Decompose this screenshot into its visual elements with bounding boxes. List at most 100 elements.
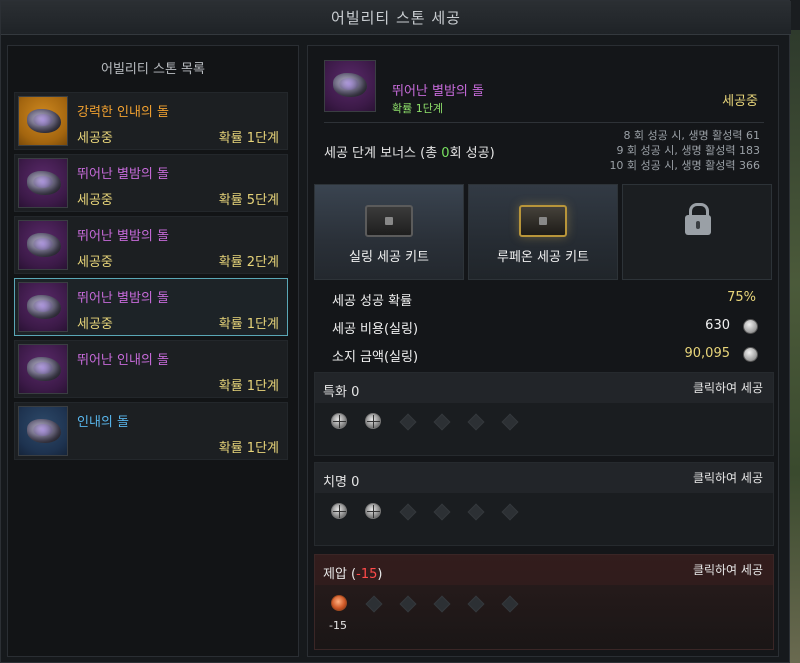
stone-name: 뛰어난 인내의 돌	[77, 353, 169, 368]
stone-prob: 확률 5단계	[218, 193, 279, 208]
engrave-stat-label: 특화	[323, 385, 347, 400]
engrave-stat-name: 제압 (-15)	[323, 567, 383, 582]
engrave-slots	[331, 413, 517, 429]
engrave-header: 제압 (-15) 클릭하여 세공	[315, 555, 773, 585]
stone-name: 뛰어난 별밤의 돌	[77, 229, 169, 244]
success-rate-value: 75%	[727, 290, 756, 305]
bonus-line: 8 회 성공 시, 생명 활성력 61	[623, 129, 760, 142]
empty-node-icon	[433, 413, 449, 429]
ability-stone-purple-icon	[18, 282, 68, 332]
bonus-title-prefix: 세공 단계 보너스 (총	[324, 146, 442, 161]
cost-label: 세공 비용(실링)	[332, 322, 419, 337]
lock-icon	[685, 203, 711, 235]
silver-coin-icon	[743, 319, 758, 334]
stone-list-item[interactable]: 인내의 돌 확률 1단계	[14, 402, 288, 460]
lupeon-kit-button[interactable]: 루페온 세공 키트	[468, 184, 618, 280]
empty-node-icon	[467, 503, 483, 519]
stone-prob: 확률 1단계	[218, 317, 279, 332]
ability-stone-blue-icon	[18, 406, 68, 456]
empty-node-icon	[501, 503, 517, 519]
stone-name: 뛰어난 별밤의 돌	[77, 291, 169, 306]
stone-prob: 확률 2단계	[218, 255, 279, 270]
bonus-line: 9 회 성공 시, 생명 활성력 183	[616, 144, 760, 157]
cost-value: 630	[705, 318, 730, 333]
empty-node-icon	[399, 503, 415, 519]
stone-list-item-selected[interactable]: 뛰어난 별밤의 돌 세공중 확률 1단계	[14, 278, 288, 336]
engrave-slots	[331, 595, 517, 611]
stone-status: 세공중	[77, 255, 113, 270]
stone-status: 세공중	[77, 131, 113, 146]
stone-list-item[interactable]: 뛰어난 별밤의 돌 세공중 확률 2단계	[14, 216, 288, 274]
title-bar[interactable]: 어빌리티 스톤 세공	[1, 1, 791, 35]
stone-list-item[interactable]: 강력한 인내의 돌 세공중 확률 1단계	[14, 92, 288, 150]
stone-prob: 확률 1단계	[218, 131, 279, 146]
kit-selector: 실링 세공 키트 루페온 세공 키트	[314, 184, 774, 280]
stone-list-item[interactable]: 뛰어난 별밤의 돌 세공중 확률 5단계	[14, 154, 288, 212]
stone-list-panel: 어빌리티 스톤 목록 강력한 인내의 돌 세공중 확률 1단계 뛰어난 별밤의 …	[7, 45, 299, 657]
empty-node-icon	[501, 595, 517, 611]
empty-node-icon	[467, 595, 483, 611]
empty-node-icon	[365, 595, 381, 611]
ability-stone-window: 어빌리티 스톤 세공 어빌리티 스톤 목록 강력한 인내의 돌 세공중 확률 1…	[0, 0, 791, 663]
engrave-stat-value: -15	[356, 567, 378, 582]
bonus-line: 10 회 성공 시, 생명 활성력 366	[609, 159, 760, 172]
engrave-stat-value: 0	[351, 475, 360, 490]
engrave-click-button[interactable]: 클릭하여 세공	[693, 379, 763, 396]
empty-node-icon	[433, 503, 449, 519]
empty-node-icon	[399, 413, 415, 429]
selected-stone-prob: 확률 1단계	[392, 102, 443, 115]
success-node-icon	[365, 503, 381, 519]
bonus-title-suffix: 회 성공)	[449, 146, 495, 161]
empty-node-icon	[433, 595, 449, 611]
negative-node-icon	[331, 595, 347, 611]
bonus-title: 세공 단계 보너스 (총 0회 성공)	[324, 142, 495, 161]
bonus-list: 8 회 성공 시, 생명 활성력 61 9 회 성공 시, 생명 활성력 183…	[609, 128, 760, 173]
gold-chest-icon	[519, 205, 567, 237]
engrave-stat-name: 특화 0	[323, 381, 359, 400]
success-node-icon	[331, 413, 347, 429]
success-rate-row: 세공 성공 확률 75%	[324, 284, 764, 312]
owned-label: 소지 금액(실링)	[332, 350, 419, 365]
ability-stone-purple-icon	[18, 220, 68, 270]
stone-prob: 확률 1단계	[218, 379, 279, 394]
engrave-row-crit[interactable]: 치명 0 클릭하여 세공	[314, 462, 774, 546]
engrave-detail-panel: 뛰어난 별밤의 돌 확률 1단계 세공중 세공 단계 보너스 (총 0회 성공)…	[307, 45, 779, 657]
engrave-stat-value: 0	[351, 385, 360, 400]
kit-label: 루페온 세공 키트	[497, 250, 589, 265]
stone-status: 세공중	[77, 317, 113, 332]
owned-value: 90,095	[684, 346, 731, 361]
engrave-header: 특화 0 클릭하여 세공	[315, 373, 773, 403]
engrave-click-button[interactable]: 클릭하여 세공	[693, 469, 763, 486]
engrave-row-suppression[interactable]: 제압 (-15) 클릭하여 세공 -15	[314, 554, 774, 650]
success-node-icon	[331, 503, 347, 519]
owned-row: 소지 금액(실링) 90,095	[324, 340, 764, 368]
engrave-stat-label: 치명	[323, 475, 347, 490]
stone-list: 강력한 인내의 돌 세공중 확률 1단계 뛰어난 별밤의 돌 세공중 확률 5단…	[14, 92, 288, 464]
ability-stone-orange-icon	[18, 96, 68, 146]
engrave-slots	[331, 503, 517, 519]
silver-coin-icon	[743, 347, 758, 362]
engrave-stats: 세공 성공 확률 75% 세공 비용(실링) 630 소지 금액(실링) 90,…	[324, 284, 764, 368]
stone-name: 인내의 돌	[77, 415, 129, 430]
ability-stone-purple-icon	[18, 158, 68, 208]
engrave-click-button[interactable]: 클릭하여 세공	[693, 561, 763, 578]
silling-kit-button[interactable]: 실링 세공 키트	[314, 184, 464, 280]
cost-row: 세공 비용(실링) 630	[324, 312, 764, 340]
stone-name: 강력한 인내의 돌	[77, 105, 169, 120]
engrave-row-specialization[interactable]: 특화 0 클릭하여 세공	[314, 372, 774, 456]
engrave-header: 치명 0 클릭하여 세공	[315, 463, 773, 493]
selected-stone-status: 세공중	[722, 94, 758, 109]
ability-stone-purple-icon	[18, 344, 68, 394]
window-title: 어빌리티 스톤 세공	[331, 9, 461, 27]
stone-prob: 확률 1단계	[218, 441, 279, 456]
stone-list-item[interactable]: 뛰어난 인내의 돌 확률 1단계	[14, 340, 288, 398]
silver-chest-icon	[365, 205, 413, 237]
engrave-stat-label: 제압	[323, 567, 347, 582]
empty-node-icon	[467, 413, 483, 429]
stone-name: 뛰어난 별밤의 돌	[77, 167, 169, 182]
empty-node-icon	[399, 595, 415, 611]
success-node-icon	[365, 413, 381, 429]
ability-stone-purple-icon	[324, 60, 376, 112]
success-rate-label: 세공 성공 확률	[332, 294, 413, 309]
selected-stone-name: 뛰어난 별밤의 돌	[392, 84, 484, 99]
